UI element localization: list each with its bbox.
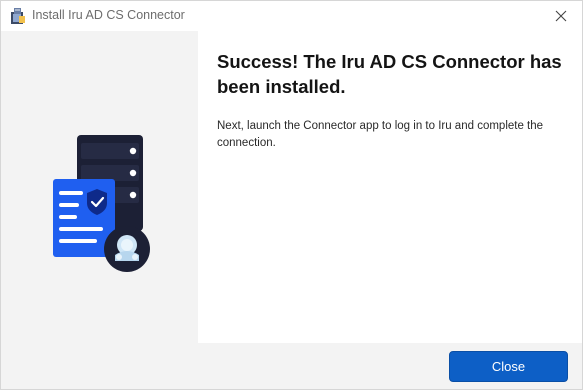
close-button[interactable]: Close [449, 351, 568, 382]
next-steps-text: Next, launch the Connector app to log in… [217, 120, 544, 149]
content-area: Success! The Iru AD CS Connector has bee… [217, 49, 573, 152]
success-heading: Success! The Iru AD CS Connector has bee… [217, 51, 562, 97]
window-title: Install Iru AD CS Connector [32, 8, 185, 22]
title-bar[interactable]: Install Iru AD CS Connector [1, 1, 582, 31]
close-icon[interactable] [552, 7, 570, 25]
installer-icon [11, 8, 25, 24]
installer-window: Install Iru AD CS Connector Success! The… [0, 0, 583, 390]
connector-illustration [53, 135, 150, 272]
footer-bar: Close [1, 343, 582, 389]
illustration-panel [1, 31, 198, 343]
